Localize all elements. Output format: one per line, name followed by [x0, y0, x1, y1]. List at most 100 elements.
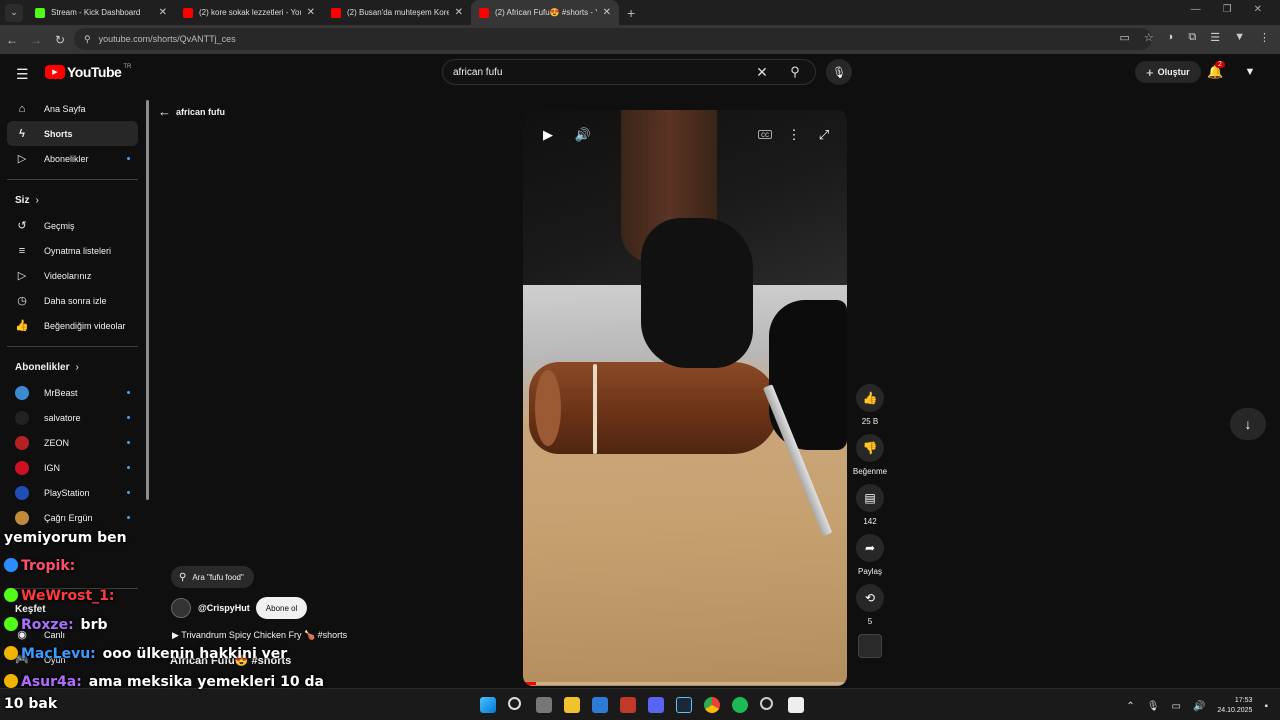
address-bar[interactable]: ⚲ youtube.com/shorts/QvANTTj_ces: [74, 28, 1152, 50]
sidebar-item-liked-videos[interactable]: 👍 Beğendiğim videolar: [7, 313, 138, 338]
windows-start-icon[interactable]: [480, 697, 496, 713]
browser-tab-bar: ⌄ Stream - Kick Dashboard ✕ (2) kore sok…: [0, 0, 1280, 25]
chat-message: Asur4a: ama meksika yemekleri 10 da: [4, 674, 324, 690]
cassava-string: [593, 364, 597, 454]
chevron-right-icon: ›: [75, 362, 79, 373]
profile-icon[interactable]: ▼: [1234, 31, 1245, 44]
chat-badge: [4, 588, 18, 602]
more-options-icon[interactable]: ⋮: [779, 124, 809, 146]
dislike-action[interactable]: 👎 Beğenme: [850, 434, 890, 476]
back-arrow-icon[interactable]: ←: [0, 33, 24, 47]
browser-tab[interactable]: (2) Busan'da muhteşem Kore sokak ✕: [323, 0, 471, 25]
sidebar-item-subscriptions[interactable]: ▷ Abonelikler: [7, 146, 138, 171]
thumbs-down-icon[interactable]: 👎: [856, 434, 884, 462]
search-icon[interactable]: [508, 697, 521, 710]
sidebar-channel[interactable]: ZEON: [7, 430, 138, 455]
sidebar-item-watch-later[interactable]: ◷ Daha sonra izle: [7, 288, 138, 313]
sidebar-item-shorts[interactable]: ϟ Shorts: [7, 121, 138, 146]
cast-icon[interactable]: ▭: [1119, 31, 1129, 44]
volume-icon[interactable]: 🔊: [1193, 701, 1205, 712]
shorts-video-player[interactable]: ▶ 🔊 cc ⋮ ⤢: [523, 110, 847, 686]
comments-action[interactable]: ▤ 142: [850, 484, 890, 526]
youtube-logo[interactable]: ▶ YouTube TR: [45, 64, 131, 80]
media-icon[interactable]: ☰: [1210, 31, 1220, 44]
menu-hamburger-icon[interactable]: ☰: [16, 66, 29, 83]
back-to-results[interactable]: ← african fufu: [158, 104, 225, 119]
close-tab-icon[interactable]: ✕: [455, 7, 463, 18]
sidebar-item-playlists[interactable]: ≡ Oynatma listeleri: [7, 238, 138, 263]
spotify-icon[interactable]: [732, 697, 748, 713]
close-window-icon[interactable]: ✕: [1254, 4, 1262, 15]
close-tab-icon[interactable]: ✕: [159, 7, 167, 18]
menu-icon[interactable]: ⋮: [1259, 31, 1270, 44]
share-action[interactable]: ➦ Paylaş: [850, 534, 890, 576]
divider: [7, 346, 138, 347]
remix-action[interactable]: ⟲ 5: [850, 584, 890, 626]
browser-tab[interactable]: Stream - Kick Dashboard ✕: [27, 0, 175, 25]
reload-icon[interactable]: ↻: [48, 33, 72, 47]
close-tab-icon[interactable]: ✕: [603, 7, 611, 18]
sidebar-section-you[interactable]: Siz ›: [15, 188, 150, 213]
youtube-icon: [331, 7, 341, 18]
puzzle-icon[interactable]: ⧉: [1188, 31, 1196, 44]
chrome-icon[interactable]: [704, 697, 720, 713]
thumbs-up-icon[interactable]: 👍: [856, 384, 884, 412]
shorts-icon: ϟ: [19, 127, 25, 140]
captions-icon[interactable]: cc: [758, 130, 772, 139]
clear-search-icon[interactable]: ✕: [749, 64, 775, 81]
chevron-up-icon[interactable]: ⌃: [1126, 701, 1134, 712]
close-tab-icon[interactable]: ✕: [307, 7, 315, 18]
taskview-icon[interactable]: [536, 697, 552, 713]
channel-thumbnail[interactable]: [858, 634, 882, 658]
app-icon[interactable]: [592, 697, 608, 713]
new-content-dot: [127, 416, 130, 419]
forward-arrow-icon[interactable]: →: [24, 33, 48, 47]
like-action[interactable]: 👍 25 B: [850, 384, 890, 426]
discord-icon[interactable]: [648, 697, 664, 713]
sidebar-section-subscriptions[interactable]: Abonelikler ›: [15, 355, 150, 380]
play-icon[interactable]: ▶: [533, 124, 563, 146]
comment-icon[interactable]: ▤: [856, 484, 884, 512]
microphone-icon[interactable]: 🎙: [1147, 701, 1160, 712]
sidebar-channel[interactable]: salvatore: [7, 405, 138, 430]
youtube-play-icon: ▶: [45, 65, 65, 79]
sidebar-item-home[interactable]: ⌂ Ana Sayfa: [7, 96, 138, 121]
notion-icon[interactable]: [788, 697, 804, 713]
plus-icon: +: [1146, 64, 1154, 80]
sidebar-channel[interactable]: PlayStation: [7, 480, 138, 505]
share-icon[interactable]: ➦: [856, 534, 884, 562]
browser-tab-active[interactable]: (2) African Fufu😍 #shorts - YouTube ✕: [471, 0, 619, 25]
avatar[interactable]: ▼: [1243, 65, 1257, 79]
sidebar-channel[interactable]: IGN: [7, 455, 138, 480]
notifications-bell-icon[interactable]: 🔔 2: [1207, 61, 1225, 80]
display-icon[interactable]: ▭: [1172, 701, 1181, 712]
video-progress-bar[interactable]: [523, 682, 847, 685]
extension-icon[interactable]: ◗: [1168, 31, 1175, 44]
search-icon[interactable]: ⚲: [775, 60, 815, 84]
notification-icon[interactable]: ▪: [1264, 701, 1268, 712]
clock[interactable]: 17:53 24.10.2025: [1217, 696, 1252, 716]
volume-icon[interactable]: 🔊: [568, 124, 598, 146]
microphone-icon[interactable]: 🎙: [826, 59, 852, 85]
remix-icon[interactable]: ⟲: [856, 584, 884, 612]
tab-search-button[interactable]: ⌄: [5, 3, 23, 22]
voicemeeter-icon[interactable]: [620, 697, 636, 713]
app-icon[interactable]: [760, 697, 773, 710]
file-explorer-icon[interactable]: [564, 697, 580, 713]
sidebar-scrollbar[interactable]: [146, 100, 149, 500]
maximize-icon[interactable]: ❐: [1223, 4, 1232, 15]
site-info-icon[interactable]: ⚲: [84, 34, 91, 45]
sidebar-item-your-videos[interactable]: ▷ Videolarınız: [7, 263, 138, 288]
chat-badge: [4, 617, 18, 631]
fullscreen-icon[interactable]: ⤢: [809, 124, 839, 146]
minimize-icon[interactable]: —: [1191, 4, 1201, 15]
sidebar-item-history[interactable]: ↺ Geçmiş: [7, 213, 138, 238]
bookmark-star-icon[interactable]: ☆: [1144, 31, 1154, 44]
browser-tab[interactable]: (2) kore sokak lezzetleri - YouTube ✕: [175, 0, 323, 25]
create-button[interactable]: + Oluştur: [1135, 61, 1201, 83]
steam-icon[interactable]: [676, 697, 692, 713]
new-tab-button[interactable]: +: [627, 5, 635, 21]
next-short-arrow-icon[interactable]: ↓: [1230, 408, 1266, 440]
sidebar-channel[interactable]: MrBeast: [7, 380, 138, 405]
search-input[interactable]: [443, 66, 749, 78]
